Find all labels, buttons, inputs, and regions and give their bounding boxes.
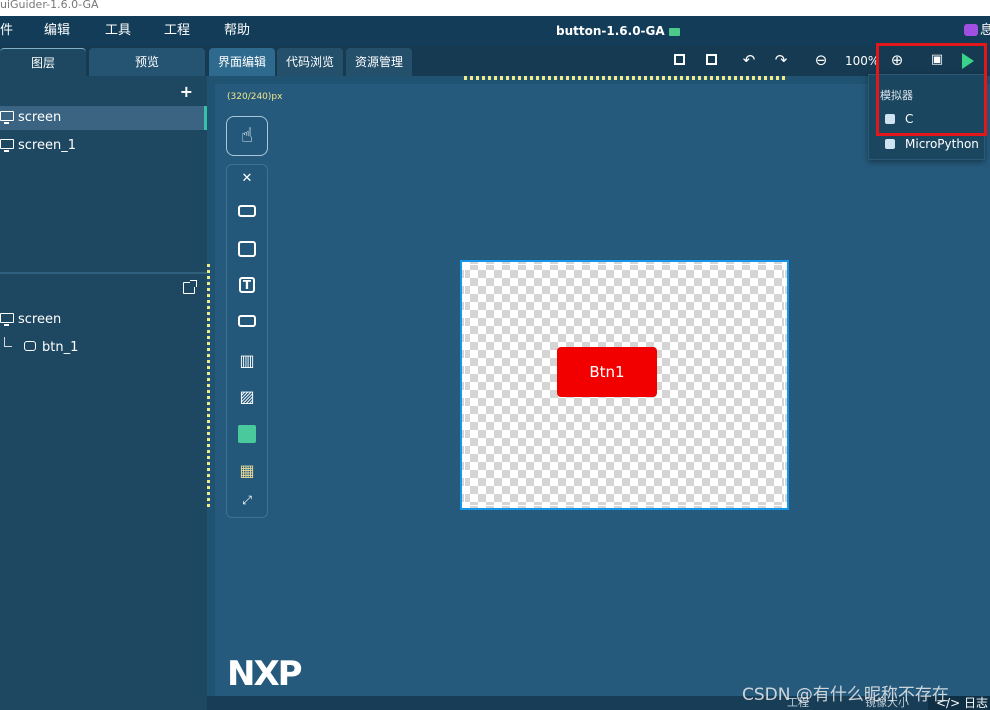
tab-ui-editor[interactable]: 界面编辑: [209, 48, 275, 76]
monitor-icon: [0, 313, 14, 326]
imgbutton-widget-tool[interactable]: [227, 241, 267, 260]
add-screen-button[interactable]: +: [180, 82, 193, 101]
monitor-icon: [0, 139, 14, 152]
layers-section-header: +: [0, 78, 207, 106]
project-title: button-1.6.0-GA: [556, 16, 680, 46]
menu-file[interactable]: 件: [0, 16, 13, 46]
option-label: MicroPython: [905, 137, 979, 151]
ruler-left-highlight: [207, 264, 210, 508]
expand-icon[interactable]: ⤢: [227, 493, 267, 508]
panel-divider: [0, 272, 207, 274]
nxp-logo: NXP: [227, 654, 303, 694]
bring-front-icon[interactable]: [670, 51, 688, 69]
folder-icon: [668, 27, 680, 36]
open-external-icon[interactable]: [183, 280, 197, 294]
message-icon[interactable]: [964, 24, 978, 36]
tree-item-btn-1[interactable]: btn_1: [0, 336, 207, 360]
ruler-top-highlight: [464, 76, 786, 80]
widget-tree-header: [0, 276, 207, 304]
menu-tools[interactable]: 工具: [105, 16, 131, 46]
window-title: uiGuider-1.6.0-GA: [0, 0, 990, 16]
screen-dimensions: (320/240)px: [227, 92, 283, 102]
redo-icon[interactable]: ↷: [772, 51, 790, 69]
pointer-tool-icon[interactable]: ☝: [226, 116, 268, 156]
menu-help[interactable]: 帮助: [224, 16, 250, 46]
menu-bar: 件 编辑 工具 工程 帮助 button-1.6.0-GA 息: [0, 16, 990, 46]
send-back-icon[interactable]: [702, 51, 720, 69]
menu-message-label[interactable]: 息: [980, 16, 990, 46]
monitor-icon: [0, 111, 14, 124]
project-title-text: button-1.6.0-GA: [556, 24, 665, 38]
layer-item-screen[interactable]: screen: [0, 106, 207, 130]
layer-item-screen-1[interactable]: screen_1: [0, 134, 207, 158]
widget-palette: ✕ T ▥ ▨ ▦ ⤢: [226, 164, 268, 518]
tab-preview[interactable]: 预览: [89, 48, 205, 76]
simulator-option-micropython[interactable]: MicroPython: [885, 137, 979, 151]
tab-code-view[interactable]: 代码浏览: [277, 48, 343, 76]
layer-item-label: screen: [18, 110, 62, 125]
left-tabs: 图层 预览: [0, 46, 207, 76]
tree-item-screen[interactable]: screen: [0, 308, 207, 332]
log-label: 日志: [963, 696, 988, 710]
btn1-widget[interactable]: Btn1: [557, 347, 657, 397]
menu-project[interactable]: 工程: [164, 16, 190, 46]
menu-edit[interactable]: 编辑: [44, 16, 70, 46]
tree-item-label: btn_1: [42, 340, 79, 355]
layer-item-label: screen_1: [18, 138, 76, 153]
line-widget-tool[interactable]: [227, 425, 267, 446]
label-widget-tool[interactable]: T: [227, 277, 267, 293]
annotation-highlight: [876, 43, 987, 136]
button-widget-icon: [24, 341, 36, 351]
button-widget-tool[interactable]: [227, 205, 267, 220]
image-widget-tool[interactable]: ▨: [227, 387, 267, 406]
watermark: CSDN @有什么昵称不存在: [742, 685, 949, 705]
tree-item-label: screen: [18, 312, 62, 327]
screen-preview[interactable]: Btn1: [460, 260, 789, 510]
chart-widget-tool[interactable]: ▥: [227, 351, 267, 370]
tab-layers[interactable]: 图层: [0, 48, 86, 76]
collapse-icon[interactable]: ✕: [227, 171, 267, 186]
tab-resources[interactable]: 资源管理: [346, 48, 412, 76]
zoom-out-icon[interactable]: ⊖: [812, 51, 830, 69]
python-icon: [885, 138, 895, 149]
qrcode-widget-tool[interactable]: ▦: [227, 461, 267, 480]
dropdown-widget-tool[interactable]: [227, 315, 267, 330]
undo-icon[interactable]: ↶: [740, 51, 758, 69]
zoom-level: 100%: [845, 54, 880, 68]
